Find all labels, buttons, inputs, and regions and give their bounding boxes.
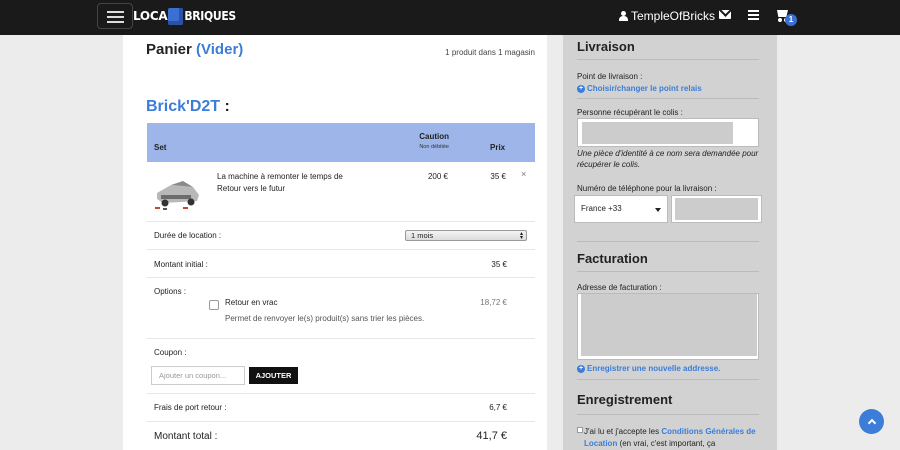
total-value: 41,7 € — [476, 430, 507, 442]
duration-select[interactable]: 1 mois ▴ ▾ — [405, 230, 527, 241]
billing-address-label: Adresse de facturation : — [577, 283, 662, 292]
divider — [577, 414, 759, 415]
choose-relay-text: Choisir/changer le point relais — [587, 84, 702, 93]
divider — [147, 393, 535, 394]
divider — [147, 221, 535, 222]
shipping-label: Frais de port retour : — [154, 403, 227, 412]
option-price: 18,72 € — [480, 298, 507, 307]
duration-value: 1 mois — [411, 231, 434, 240]
registration-title: Enregistrement — [577, 392, 673, 407]
total-label: Montant total : — [154, 431, 218, 442]
cart-panel: Panier (Vider) 1 produit dans 1 magasin … — [123, 35, 547, 450]
user-icon — [619, 11, 628, 21]
save-address-link[interactable]: + Enregistrer une nouvelle addresse. — [577, 364, 720, 373]
terms-suffix: (en vrai, c'est important, ça — [617, 439, 716, 448]
scroll-to-top-button[interactable] — [859, 409, 884, 434]
divider — [577, 241, 759, 242]
phone-country-select[interactable]: France +33 — [574, 195, 668, 223]
col-set: Set — [154, 143, 167, 152]
phone-label: Numéro de téléphone pour la livraison : — [577, 184, 717, 193]
divider — [577, 271, 759, 272]
add-coupon-button[interactable]: AJOUTER — [249, 367, 298, 384]
initial-amount-label: Montant initial : — [154, 260, 208, 269]
option-name: Retour en vrac — [225, 298, 278, 307]
divider — [147, 249, 535, 250]
product-image[interactable] — [153, 171, 201, 213]
options-label: Options : — [154, 287, 187, 296]
menu-icon[interactable] — [97, 3, 133, 29]
pickup-label: Point de livraison : — [577, 72, 643, 81]
list-icon[interactable] — [748, 10, 759, 20]
billing-title: Facturation — [577, 251, 648, 266]
user-menu[interactable]: TempleOfBricks — [619, 9, 730, 23]
terms-text: J'ai lu et j'accepte les Conditions Géné… — [584, 426, 764, 450]
phone-country-value: France +33 — [581, 204, 622, 213]
shipping-value: 6,7 € — [489, 403, 507, 412]
logo-right-text: BRIQUES — [184, 9, 236, 23]
option-description: Permet de renvoyer le(s) produit(s) sans… — [225, 314, 425, 323]
mail-icon[interactable] — [719, 10, 731, 19]
divider — [147, 338, 535, 339]
divider — [577, 59, 759, 60]
paren-close: ) — [238, 41, 244, 58]
col-price: Prix — [490, 143, 506, 152]
plus-circle-icon: + — [577, 364, 585, 373]
cart-count-badge: 1 — [785, 14, 797, 26]
checkout-sidebar: Livraison Point de livraison : + Choisir… — [563, 35, 777, 450]
recipient-input[interactable] — [577, 118, 759, 147]
save-address-text: Enregistrer une nouvelle addresse. — [587, 364, 721, 373]
page-title: Panier (Vider) — [146, 41, 243, 58]
logo-left-text: LOCA — [133, 9, 168, 23]
duration-label: Durée de location : — [154, 231, 222, 240]
col-caution: Caution Non débitée — [417, 132, 449, 150]
billing-address-textarea[interactable] — [577, 293, 759, 360]
username: TempleOfBricks — [631, 9, 716, 23]
terms-prefix: J'ai lu et j'accepte les — [584, 427, 662, 436]
divider — [147, 277, 535, 278]
bulk-return-checkbox[interactable] — [209, 300, 219, 310]
coupon-input[interactable]: Ajouter un coupon... — [151, 366, 245, 385]
table-header: Set Caution Non débitée Prix — [147, 123, 535, 162]
shop-name[interactable]: Brick'D2T : — [146, 98, 230, 116]
product-name[interactable]: La machine à remonter le temps de Retour… — [217, 171, 367, 195]
plus-circle-icon: + — [577, 84, 585, 93]
chevron-down-icon — [655, 208, 661, 212]
shop-colon: : — [224, 98, 230, 115]
divider — [577, 98, 759, 99]
accept-terms-checkbox[interactable] — [577, 427, 583, 433]
cart-title-text: Panier — [146, 41, 192, 58]
choose-relay-link[interactable]: + Choisir/changer le point relais — [577, 84, 702, 93]
delivery-title: Livraison — [577, 39, 635, 54]
select-arrows-icon: ▴ ▾ — [519, 231, 523, 241]
product-caution: 200 € — [427, 172, 448, 181]
coupon-label: Coupon : — [154, 348, 187, 357]
remove-item-button[interactable]: × — [521, 169, 526, 179]
divider — [577, 379, 759, 380]
recipient-label: Personne récupérant le colis : — [577, 108, 683, 117]
product-price: 35 € — [490, 172, 506, 181]
cart-summary: 1 produit dans 1 magasin — [445, 48, 535, 57]
col-caution-label: Caution — [419, 132, 449, 141]
initial-amount-value: 35 € — [491, 260, 507, 269]
clear-cart-link[interactable]: Vider — [201, 41, 238, 58]
shop-name-text: Brick'D2T — [146, 98, 221, 115]
phone-input[interactable] — [671, 195, 762, 223]
site-logo[interactable]: LOCA BRIQUES — [133, 4, 236, 28]
top-navbar: LOCA BRIQUES TempleOfBricks 1 — [0, 0, 900, 35]
id-notice: Une pièce d'identité à ce nom sera deman… — [577, 149, 759, 169]
col-caution-sub: Non débitée — [419, 144, 449, 150]
logo-cube-icon — [168, 7, 184, 25]
divider — [147, 421, 535, 422]
